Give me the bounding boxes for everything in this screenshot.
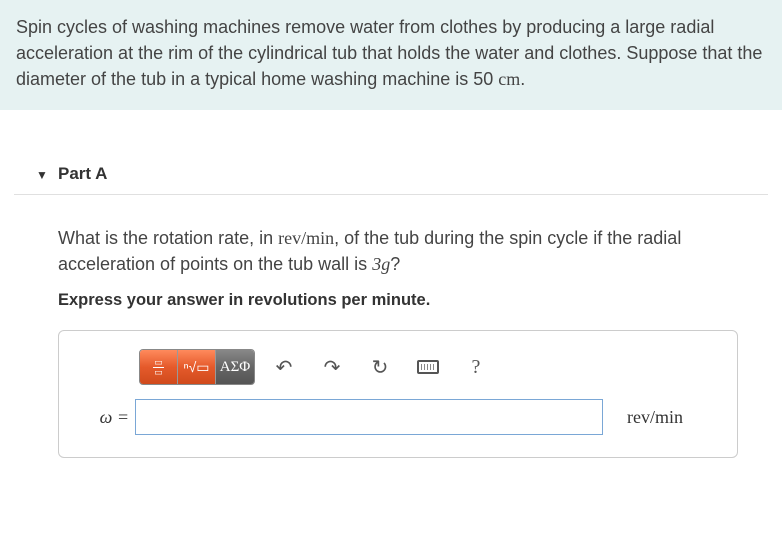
- answer-instruction: Express your answer in revolutions per m…: [58, 291, 758, 310]
- accel-value: 3g: [372, 254, 390, 274]
- problem-text-post: .: [520, 69, 525, 89]
- root-button[interactable]: ⁿ√▭: [178, 350, 216, 384]
- undo-button[interactable]: ↶: [265, 350, 303, 384]
- redo-button[interactable]: ↷: [313, 350, 351, 384]
- template-group: ▭▭ ⁿ√▭ ΑΣΦ: [139, 349, 255, 385]
- collapse-icon[interactable]: ▼: [36, 168, 48, 182]
- problem-text-pre: Spin cycles of washing machines remove w…: [16, 17, 762, 89]
- keyboard-button[interactable]: [409, 350, 447, 384]
- greek-button[interactable]: ΑΣΦ: [216, 350, 254, 384]
- fraction-button[interactable]: ▭▭: [140, 350, 178, 384]
- equation-toolbar: ▭▭ ⁿ√▭ ΑΣΦ ↶ ↷ ↻: [139, 349, 715, 385]
- problem-statement: Spin cycles of washing machines remove w…: [0, 0, 782, 110]
- part-a-body: What is the rotation rate, in rev/min, o…: [14, 195, 768, 468]
- reset-icon: ↻: [372, 355, 389, 380]
- unit-inline: rev/min: [278, 228, 334, 248]
- undo-icon: ↶: [276, 355, 293, 380]
- help-icon: ?: [472, 356, 481, 379]
- help-button[interactable]: ?: [457, 350, 495, 384]
- answer-box: ▭▭ ⁿ√▭ ΑΣΦ ↶ ↷ ↻: [58, 330, 738, 458]
- part-label: Part A: [58, 164, 107, 183]
- part-a-header[interactable]: ▼ Part A: [14, 154, 768, 195]
- diameter-unit: cm: [498, 69, 520, 89]
- answer-row: ω = rev/min: [81, 399, 715, 435]
- root-icon: ⁿ√▭: [183, 359, 209, 376]
- variable-label: ω =: [81, 407, 129, 428]
- reset-button[interactable]: ↻: [361, 350, 399, 384]
- answer-unit: rev/min: [627, 407, 683, 428]
- fraction-icon: ▭▭: [153, 358, 164, 377]
- greek-icon: ΑΣΦ: [220, 359, 251, 376]
- keyboard-icon: [417, 360, 439, 374]
- redo-icon: ↷: [324, 355, 341, 380]
- answer-input[interactable]: [135, 399, 603, 435]
- part-a-section: ▼ Part A What is the rotation rate, in r…: [0, 154, 782, 468]
- question-text: What is the rotation rate, in rev/min, o…: [58, 225, 758, 277]
